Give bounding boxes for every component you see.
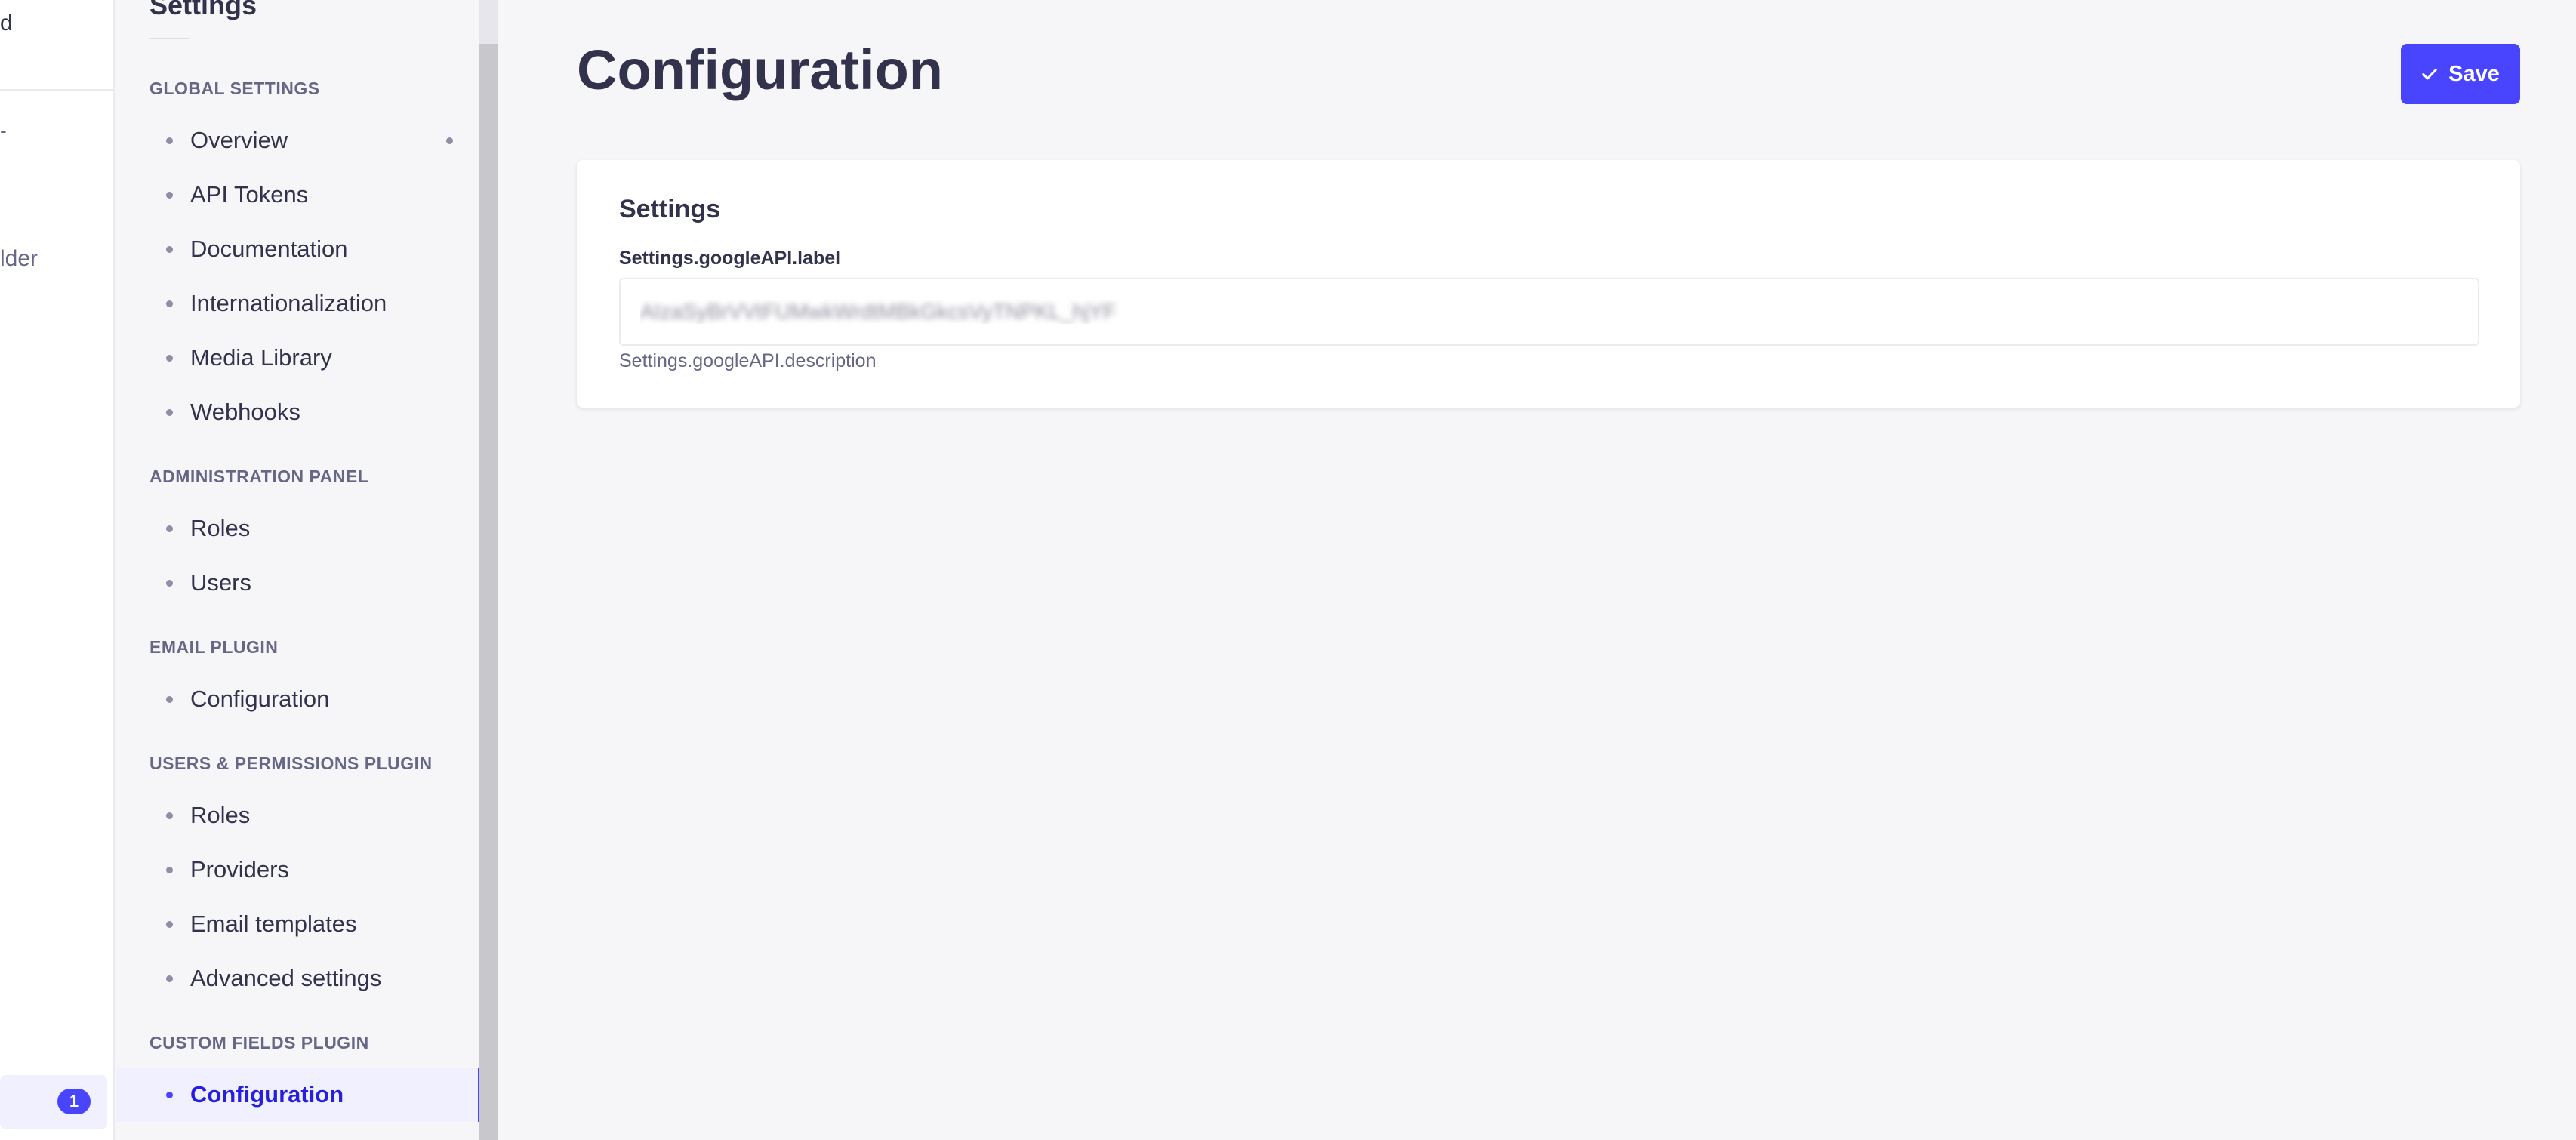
sidebar-item-up-roles[interactable]: Roles	[116, 788, 480, 843]
sidebar-item-providers[interactable]: Providers	[116, 843, 480, 897]
sidebar-item-overview[interactable]: Overview	[116, 113, 480, 168]
sidebar-item-api-tokens[interactable]: API Tokens	[116, 168, 480, 222]
sidebar-item-documentation[interactable]: Documentation	[116, 222, 480, 276]
main-nav-item-settings[interactable]	[0, 1075, 107, 1129]
sidebar-item-media-library[interactable]: Media Library	[116, 331, 480, 385]
settings-sub-nav: Settings GLOBAL SETTINGS Overview API To…	[116, 0, 498, 1140]
sidebar-item-label: Internationalization	[190, 290, 387, 316]
section-label-administration-panel: ADMINISTRATION PANEL	[149, 467, 369, 486]
section-label-email-plugin: EMAIL PLUGIN	[149, 637, 279, 657]
sidebar-item-label: Roles	[190, 802, 251, 828]
save-button[interactable]: Save	[2401, 44, 2520, 104]
sidebar-item-email-configuration[interactable]: Configuration	[116, 672, 480, 726]
sidebar-item-label: Webhooks	[190, 399, 300, 425]
sidebar-item-webhooks[interactable]: Webhooks	[116, 385, 480, 439]
sidebar-item-label: Advanced settings	[190, 965, 382, 991]
card-title: Settings	[619, 195, 721, 223]
sidebar-item-label: Configuration	[190, 1081, 344, 1108]
new-indicator-dot	[446, 137, 453, 144]
sidebar-item-label: Providers	[190, 856, 289, 883]
sidebar-item-email-templates[interactable]: Email templates	[116, 897, 480, 951]
google-api-field-hint: Settings.googleAPI.description	[619, 350, 877, 371]
google-api-field-label: Settings.googleAPI.label	[619, 248, 841, 269]
section-label-users-permissions-plugin: USERS & PERMISSIONS PLUGIN	[149, 753, 433, 773]
main-content: Configuration Save Settings Settings.goo…	[501, 0, 2576, 1140]
sidebar-item-label: Media Library	[190, 344, 332, 371]
sidebar-item-label: Users	[190, 569, 251, 596]
sidebar-item-label: Overview	[190, 127, 288, 153]
section-label-global-settings: GLOBAL SETTINGS	[149, 79, 320, 98]
brand-divider	[0, 89, 113, 91]
sidebar-item-roles[interactable]: Roles	[116, 501, 480, 556]
sidebar-item-label: Email templates	[190, 910, 357, 937]
google-api-key-input[interactable]	[619, 278, 2479, 346]
scrollbar-thumb[interactable]	[479, 44, 498, 1140]
page-title: Configuration	[577, 39, 944, 101]
sidebar-item-advanced-settings[interactable]: Advanced settings	[116, 951, 480, 1006]
sidebar-item-label: Configuration	[190, 686, 330, 712]
brand-fragment: d	[0, 11, 13, 35]
save-button-label: Save	[2448, 61, 2500, 86]
sidebar-item-custom-fields-configuration[interactable]: Configuration	[116, 1068, 480, 1122]
sidebar-item-label: API Tokens	[190, 181, 309, 208]
main-nav: d - lder 1	[0, 0, 115, 1140]
section-label-custom-fields-plugin: CUSTOM FIELDS PLUGIN	[149, 1033, 369, 1052]
main-nav-item-fragment[interactable]: -	[0, 119, 7, 143]
main-nav-item-builder-fragment[interactable]: lder	[0, 246, 38, 272]
settings-card: Settings Settings.googleAPI.label Settin…	[577, 160, 2520, 408]
sub-nav-title-divider	[149, 38, 189, 39]
check-icon	[2422, 69, 2437, 80]
notification-badge: 1	[57, 1089, 91, 1114]
sidebar-item-label: Roles	[190, 515, 251, 541]
sub-nav-title: Settings	[149, 0, 257, 20]
sidebar-item-users[interactable]: Users	[116, 556, 480, 610]
sidebar-item-label: Documentation	[190, 236, 348, 262]
sidebar-item-internationalization[interactable]: Internationalization	[116, 276, 480, 331]
